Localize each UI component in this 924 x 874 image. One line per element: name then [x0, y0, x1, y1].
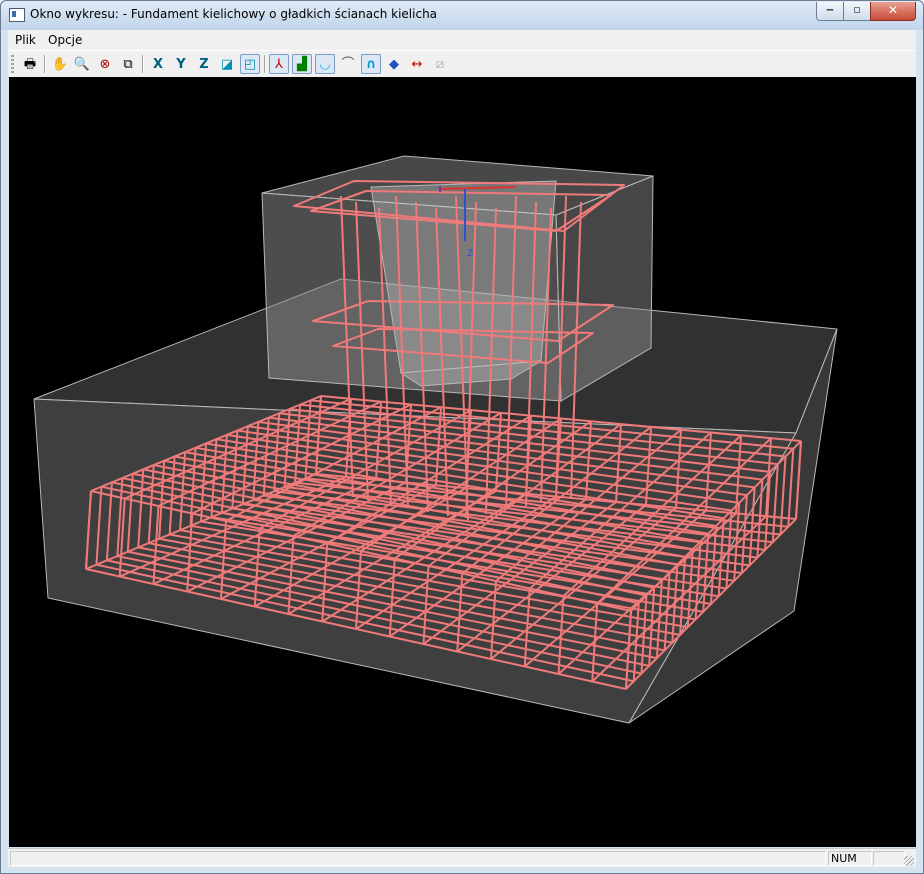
print-button[interactable]: 🖶	[20, 54, 40, 74]
foundation-button[interactable]: ▟	[292, 54, 312, 74]
dimension-button[interactable]: ↔	[407, 54, 427, 74]
status-bar: NUM	[8, 848, 916, 867]
solid-button[interactable]: ◆	[384, 54, 404, 74]
app-icon[interactable]	[9, 8, 25, 22]
toolbar-separator	[142, 55, 144, 73]
hook-bars-button[interactable]: ⌒	[338, 54, 358, 74]
hook-bars-icon: ⌒	[341, 56, 355, 72]
view-3d-icon: ◰	[243, 56, 257, 72]
zoom-cancel-icon: ⊗	[99, 56, 111, 72]
minimize-icon: ‒	[826, 3, 834, 16]
view-y-button[interactable]: Y	[171, 54, 191, 74]
toolbar: 🖶 ✋ 🔍 ⊗ ⧉ X Y Z ◪ ◰ ⅄ ▟ ◡ ⌒ ∩ ◆ ↔ ⧄	[8, 50, 916, 78]
drawing-viewport[interactable]: Z	[9, 77, 916, 847]
stirrup-icon: ∩	[365, 56, 377, 72]
axis-z-label: Z	[467, 249, 473, 259]
pan-button[interactable]: ✋	[50, 54, 70, 74]
toolbar-grip[interactable]	[11, 55, 14, 73]
bottom-bars-icon: ◡	[319, 56, 331, 72]
window-title: Okno wykresu: - Fundament kielichowy o g…	[30, 7, 438, 21]
view-iso-button[interactable]: ◪	[217, 54, 237, 74]
pan-hand-icon: ✋	[51, 56, 69, 72]
menu-bar: Plik Opcje	[8, 30, 916, 50]
zoom-button[interactable]: 🔍	[72, 54, 92, 74]
zoom-window-button[interactable]: ⧉	[118, 54, 138, 74]
view-y-icon: Y	[176, 56, 186, 72]
zoom-icon: 🔍	[73, 56, 91, 72]
print-icon: 🖶	[23, 56, 37, 72]
app-window: Okno wykresu: - Fundament kielichowy o g…	[0, 0, 924, 874]
foundation-icon: ▟	[297, 56, 307, 72]
hatch-button[interactable]: ⧄	[430, 54, 450, 74]
view-z-icon: Z	[199, 56, 209, 72]
num-lock-indicator: NUM	[828, 851, 872, 866]
maximize-button[interactable]: ▫	[843, 2, 871, 21]
minimize-button[interactable]: ‒	[816, 2, 844, 21]
resize-grip[interactable]	[904, 856, 914, 866]
close-button[interactable]: ✕	[870, 2, 916, 21]
zoom-cancel-button[interactable]: ⊗	[95, 54, 115, 74]
maximize-icon: ▫	[853, 3, 861, 16]
view-z-button[interactable]: Z	[194, 54, 214, 74]
zoom-window-icon: ⧉	[123, 56, 133, 72]
stirrup-button[interactable]: ∩	[361, 54, 381, 74]
view-x-icon: X	[152, 56, 164, 72]
title-bar[interactable]: Okno wykresu: - Fundament kielichowy o g…	[1, 1, 923, 30]
hatch-icon: ⧄	[435, 56, 445, 72]
view-x-button[interactable]: X	[148, 54, 168, 74]
close-icon: ✕	[887, 3, 899, 17]
dimension-icon: ↔	[411, 56, 423, 72]
view-3d-button[interactable]: ◰	[240, 54, 260, 74]
axes-button[interactable]: ⅄	[269, 54, 289, 74]
toolbar-separator	[44, 55, 46, 73]
menu-opcje[interactable]: Opcje	[48, 33, 82, 47]
status-pane	[873, 851, 905, 866]
foundation-3d-view[interactable]: Z	[9, 77, 916, 847]
view-iso-icon: ◪	[220, 56, 234, 72]
solid-icon: ◆	[389, 56, 399, 72]
toolbar-separator	[264, 55, 266, 73]
axes-icon: ⅄	[275, 56, 283, 72]
status-message	[10, 851, 826, 866]
bottom-bars-button[interactable]: ◡	[315, 54, 335, 74]
menu-plik[interactable]: Plik	[15, 33, 36, 47]
